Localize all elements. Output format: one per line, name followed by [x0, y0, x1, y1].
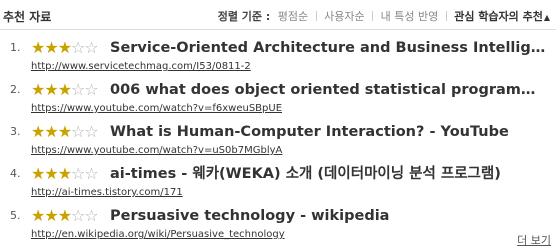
sort-option-rating[interactable]: 평점순: [278, 10, 308, 23]
star-filled-icon: ★: [44, 206, 58, 225]
star-filled-icon: ★: [31, 122, 45, 141]
list-item: 3. ★★★☆☆ What is Human-Computer Interact…: [0, 122, 556, 164]
list-item: 2. ★★★☆☆ 006 what does object oriented s…: [0, 80, 556, 122]
sort-bar: 정렬 기준 : 평점순 사용자순 내 특성 반영 관심 학습자의 추천▲: [218, 8, 550, 24]
more-link[interactable]: 더 보기: [517, 232, 551, 248]
star-filled-icon: ★: [44, 80, 58, 99]
rank-number: 1.: [10, 41, 21, 54]
result-title-link[interactable]: Persuasive technology - wikipedia: [110, 207, 548, 226]
recommendations-header: 추천 자료 정렬 기준 : 평점순 사용자순 내 특성 반영 관심 학습자의 추…: [0, 0, 556, 30]
star-filled-icon: ★: [57, 206, 72, 225]
list-item: 4. ★★★☆☆ ai-times - 웨카(WEKA) 소개 (데이터마이닝 …: [0, 164, 556, 206]
star-filled-icon: ★: [44, 38, 58, 57]
result-title-link[interactable]: ai-times - 웨카(WEKA) 소개 (데이터마이닝 분석 프로그램): [110, 165, 548, 184]
star-rating: ★★★☆☆: [31, 122, 99, 141]
results-list: 1. ★★★☆☆ Service-Oriented Architecture a…: [0, 38, 556, 248]
star-filled-icon: ★: [44, 164, 58, 183]
star-outline-icon: ☆: [84, 80, 98, 99]
star-filled-icon: ★: [31, 164, 45, 183]
divider: [372, 11, 374, 21]
star-filled-icon: ★: [44, 122, 58, 141]
result-title-link[interactable]: What is Human-Computer Interaction? - Yo…: [110, 123, 548, 142]
star-outline-icon: ☆: [71, 38, 85, 57]
sort-option-interested-learners[interactable]: 관심 학습자의 추천▲: [454, 10, 550, 23]
list-item: 1. ★★★☆☆ Service-Oriented Architecture a…: [0, 38, 556, 80]
rank-number: 4.: [10, 167, 21, 180]
result-title-link[interactable]: Service-Oriented Architecture and Busine…: [110, 39, 548, 58]
sort-option-my-traits[interactable]: 내 특성 반영: [381, 10, 439, 23]
star-outline-icon: ☆: [84, 206, 98, 225]
star-outline-icon: ☆: [84, 38, 98, 57]
star-filled-icon: ★: [57, 164, 72, 183]
result-url-link[interactable]: http://en.wikipedia.org/wiki/Persuasive_…: [31, 229, 285, 240]
star-rating: ★★★☆☆: [31, 80, 99, 99]
star-rating: ★★★☆☆: [31, 206, 99, 225]
sort-option-users[interactable]: 사용자순: [324, 10, 364, 23]
star-filled-icon: ★: [57, 80, 72, 99]
star-filled-icon: ★: [31, 38, 45, 57]
rank-number: 5.: [10, 209, 21, 222]
star-rating: ★★★☆☆: [31, 38, 99, 57]
sort-label: 정렬 기준 :: [217, 10, 271, 23]
divider: [445, 11, 447, 21]
star-outline-icon: ☆: [84, 122, 98, 141]
star-rating: ★★★☆☆: [31, 164, 99, 183]
star-filled-icon: ★: [31, 206, 45, 225]
star-filled-icon: ★: [31, 80, 45, 99]
star-outline-icon: ☆: [71, 122, 85, 141]
list-item: 5. ★★★☆☆ Persuasive technology - wikiped…: [0, 206, 556, 248]
rank-number: 3.: [10, 125, 21, 138]
section-title: 추천 자료: [3, 10, 52, 24]
star-filled-icon: ★: [57, 38, 72, 57]
result-url-link[interactable]: http://ai-times.tistory.com/171: [31, 187, 183, 198]
result-url-link[interactable]: https://www.youtube.com/watch?v=f6xweuSB…: [31, 103, 282, 114]
rank-number: 2.: [10, 83, 21, 96]
star-outline-icon: ☆: [71, 164, 85, 183]
result-title-link[interactable]: 006 what does object oriented statistica…: [110, 81, 548, 100]
star-filled-icon: ★: [57, 122, 72, 141]
star-outline-icon: ☆: [84, 164, 98, 183]
star-outline-icon: ☆: [71, 206, 85, 225]
caret-up-icon: ▲: [543, 13, 550, 22]
star-outline-icon: ☆: [71, 80, 85, 99]
result-url-link[interactable]: https://www.youtube.com/watch?v=uS0b7MGb…: [31, 145, 282, 156]
result-url-link[interactable]: http://www.servicetechmag.com/I53/0811-2: [31, 61, 251, 72]
sort-option-label: 관심 학습자의 추천: [454, 10, 543, 23]
divider: [315, 11, 317, 21]
